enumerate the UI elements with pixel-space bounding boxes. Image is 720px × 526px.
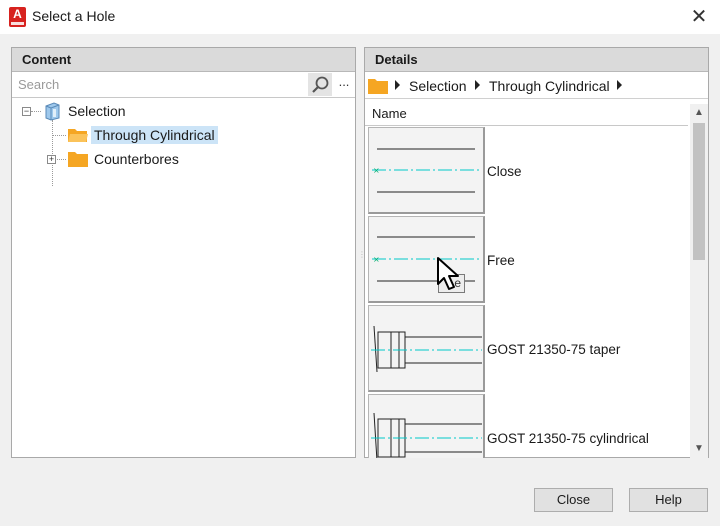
library-icon	[45, 102, 60, 121]
content-tree: − Selection Through Cylindrical + Counte…	[12, 100, 355, 457]
hole-thumbnail	[368, 305, 485, 392]
open-folder-icon	[68, 129, 88, 142]
close-icon[interactable]: ✕	[684, 3, 714, 31]
tree-item-label: Counterbores	[94, 151, 179, 167]
mouse-cursor-icon	[437, 257, 459, 290]
tree-item-through-cylindrical[interactable]: Through Cylindrical	[12, 124, 342, 146]
scroll-down-icon[interactable]: ▼	[690, 440, 708, 458]
list-item[interactable]: × Free	[365, 216, 688, 304]
tree-item-counterbores[interactable]: + Counterbores	[12, 148, 342, 170]
content-panel: Content ... − Selection	[11, 47, 356, 458]
svg-text:×: ×	[373, 255, 380, 264]
breadcrumb-arrow-icon[interactable]	[617, 80, 622, 90]
title-bar: A Select a Hole ✕	[0, 0, 720, 34]
hole-thumbnail	[368, 394, 485, 458]
hole-list: × Close × Free GOST 21350-75 taper GOST …	[365, 127, 688, 458]
breadcrumb-item-selection[interactable]: Selection	[409, 78, 467, 94]
tree-item-label: Selection	[68, 103, 126, 119]
list-item[interactable]: × Close	[365, 127, 688, 215]
svg-text:×: ×	[373, 166, 380, 175]
list-item[interactable]: GOST 21350-75 cylindrical	[365, 394, 688, 458]
scroll-up-icon[interactable]: ▲	[690, 104, 708, 122]
more-options-button[interactable]: ...	[333, 73, 355, 96]
window-title: Select a Hole	[32, 8, 116, 24]
help-button[interactable]: Help	[629, 488, 708, 512]
autocad-app-icon: A	[9, 7, 26, 27]
search-button[interactable]	[308, 73, 332, 96]
close-button[interactable]: Close	[534, 488, 613, 512]
details-scrollbar[interactable]: ▲ ▼	[690, 104, 708, 458]
list-item[interactable]: GOST 21350-75 taper	[365, 305, 688, 393]
list-item-label: GOST 21350-75 taper	[487, 342, 621, 357]
content-panel-header: Content	[12, 48, 355, 72]
folder-icon[interactable]	[367, 77, 389, 95]
app-icon-letter: A	[13, 7, 22, 21]
panel-splitter[interactable]: ⋮	[358, 250, 366, 259]
tree-item-label: Through Cylindrical	[91, 126, 218, 144]
search-input[interactable]	[12, 72, 306, 97]
breadcrumb-arrow-icon[interactable]	[395, 80, 400, 90]
collapse-toggle[interactable]: −	[22, 107, 31, 116]
details-panel: Details Selection Through Cylindrical Na…	[364, 47, 709, 458]
tree-item-selection[interactable]: − Selection	[12, 100, 342, 122]
hole-thumbnail: ×	[368, 127, 485, 214]
column-header-name[interactable]: Name	[365, 104, 688, 126]
hole-thumbnail: ×	[368, 216, 485, 303]
list-item-label: Free	[487, 253, 515, 268]
breadcrumb-arrow-icon[interactable]	[475, 80, 480, 90]
list-item-label: GOST 21350-75 cylindrical	[487, 431, 649, 446]
scroll-thumb[interactable]	[693, 123, 705, 260]
details-panel-header: Details	[365, 48, 708, 72]
breadcrumb: Selection Through Cylindrical	[365, 72, 708, 99]
search-bar: ...	[12, 72, 355, 98]
folder-icon	[68, 152, 88, 167]
list-item-label: Close	[487, 164, 522, 179]
expand-toggle[interactable]: +	[47, 155, 56, 164]
breadcrumb-item-through-cylindrical[interactable]: Through Cylindrical	[489, 78, 610, 94]
magnifier-icon	[312, 76, 329, 93]
